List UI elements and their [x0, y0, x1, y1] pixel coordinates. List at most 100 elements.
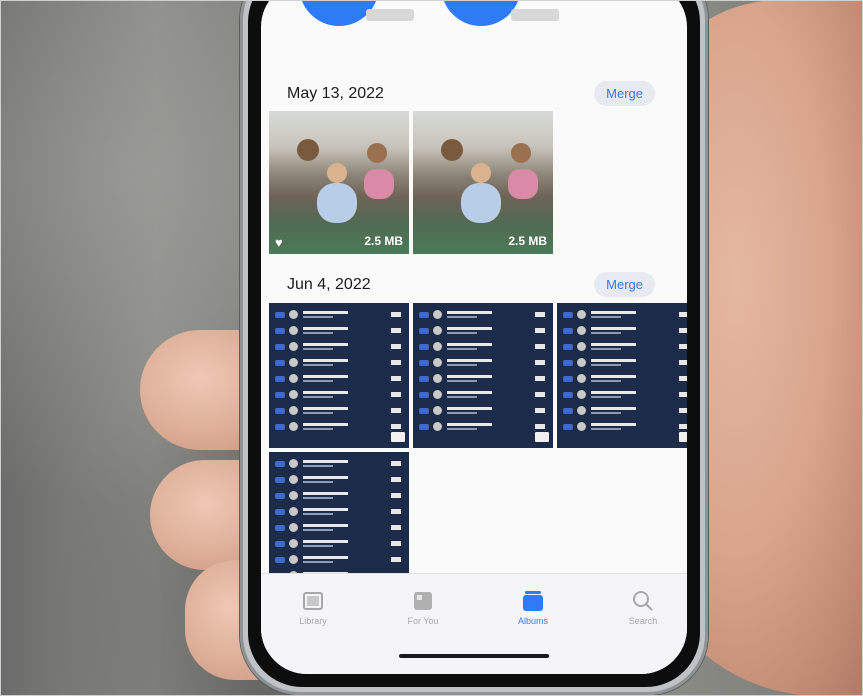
- screenshot-list-row: [417, 389, 549, 401]
- screenshot-row-line: [447, 423, 492, 426]
- screenshot-row-badge: [563, 392, 573, 398]
- duplicate-photo[interactable]: ♥ 2.5 MB: [269, 111, 409, 254]
- screenshot-row-line: [303, 460, 348, 463]
- screenshot-row-line2: [591, 316, 621, 318]
- screenshot-row-line: [303, 423, 348, 426]
- screenshot-row-line2: [303, 513, 333, 515]
- screenshot-row-num: [679, 344, 687, 349]
- screenshot-row-av: [433, 358, 442, 367]
- screenshot-row-line: [303, 359, 348, 362]
- screenshot-list-row: [273, 458, 405, 470]
- phone-frame: May 13, 2022 Merge ♥ 2.5 MB 2.5 MB Jun 4…: [240, 0, 708, 695]
- screenshot-corner-marker: [679, 432, 687, 442]
- screenshot-list-row: [561, 373, 687, 385]
- screenshot-row-line: [303, 492, 348, 495]
- photo-subject: [508, 169, 538, 199]
- screenshot-row-av: [433, 310, 442, 319]
- duplicate-screenshot[interactable]: [557, 303, 687, 448]
- screenshot-row-line2: [447, 332, 477, 334]
- screenshot-row-badge: [275, 408, 285, 414]
- merge-button[interactable]: Merge: [594, 272, 655, 297]
- screenshot-list-row: [561, 325, 687, 337]
- screenshot-row-line: [303, 391, 348, 394]
- screenshot-row-line2: [447, 316, 477, 318]
- thumbnail-blue-circle: [441, 0, 521, 26]
- screenshot-row-line: [447, 375, 492, 378]
- tab-albums[interactable]: Albums: [493, 590, 573, 626]
- screenshot-row-av: [289, 459, 298, 468]
- screenshot-list-row: [561, 341, 687, 353]
- screenshot-row-line2: [303, 396, 333, 398]
- photo-subject: [471, 163, 491, 183]
- photo-subject: [364, 169, 394, 199]
- screenshot-row-line: [591, 311, 636, 314]
- screenshot-row-line2: [447, 428, 477, 430]
- screenshot-row-line2: [591, 332, 621, 334]
- screenshot-row-av: [433, 342, 442, 351]
- photo-subject: [441, 139, 463, 161]
- screenshot-row-num: [391, 509, 401, 514]
- screenshot-row-av: [577, 390, 586, 399]
- screenshot-row-badge: [563, 424, 573, 430]
- screenshot-row-line: [303, 524, 348, 527]
- duplicate-screenshot[interactable]: [269, 303, 409, 448]
- screenshot-row-badge: [419, 344, 429, 350]
- screenshot-list-row: [273, 522, 405, 534]
- screenshot-row-num: [535, 312, 545, 317]
- screenshot-row-num: [391, 557, 401, 562]
- screenshot-row-line: [303, 375, 348, 378]
- screenshot-row-line2: [591, 396, 621, 398]
- tab-for-you[interactable]: For You: [383, 590, 463, 626]
- screenshot-row-num: [391, 525, 401, 530]
- screenshot-list-row: [417, 373, 549, 385]
- screenshot-corner-marker: [535, 432, 549, 442]
- tab-search[interactable]: Search: [603, 590, 683, 626]
- screenshot-row-line2: [303, 428, 333, 430]
- screenshot-list-row: [561, 389, 687, 401]
- screenshot-row-line: [591, 327, 636, 330]
- screenshot-row-line: [591, 407, 636, 410]
- screenshot-row-line2: [303, 497, 333, 499]
- for-you-icon: [414, 592, 432, 610]
- screenshot-row-badge: [419, 408, 429, 414]
- screenshot-row-badge: [563, 360, 573, 366]
- merge-button[interactable]: Merge: [594, 81, 655, 106]
- screenshot-row-line: [591, 359, 636, 362]
- screenshot-list-row: [273, 341, 405, 353]
- screenshot-row-badge: [419, 312, 429, 318]
- thumbnail-size-pill: [366, 9, 414, 21]
- screenshot-row-num: [679, 392, 687, 397]
- screenshot-row-av: [577, 422, 586, 431]
- screenshot-list-row: [273, 325, 405, 337]
- photo-subject: [297, 139, 319, 161]
- screenshot-row-line2: [303, 545, 333, 547]
- screenshot-row-line: [303, 556, 348, 559]
- duplicates-screen: May 13, 2022 Merge ♥ 2.5 MB 2.5 MB Jun 4…: [261, 0, 687, 674]
- screenshot-row-line2: [303, 561, 333, 563]
- tab-library[interactable]: Library: [273, 590, 353, 626]
- screenshot-row-line2: [591, 364, 621, 366]
- screenshot-row-badge: [419, 328, 429, 334]
- screenshot-row-line2: [303, 332, 333, 334]
- screenshot-row-line: [303, 476, 348, 479]
- screenshot-list-row: [273, 538, 405, 550]
- duplicate-screenshot[interactable]: [413, 303, 553, 448]
- screenshot-list-row: [561, 309, 687, 321]
- library-icon: [303, 592, 323, 610]
- search-icon: [633, 591, 653, 611]
- photo-size-label: 2.5 MB: [364, 234, 403, 248]
- screenshot-row-av: [289, 406, 298, 415]
- screenshot-row-num: [391, 360, 401, 365]
- albums-icon: [523, 591, 543, 611]
- photo-size-label: 2.5 MB: [508, 234, 547, 248]
- screenshot-row-av: [433, 326, 442, 335]
- duplicate-photo[interactable]: 2.5 MB: [413, 111, 553, 254]
- screenshot-row-line: [303, 407, 348, 410]
- screenshot-row-badge: [563, 344, 573, 350]
- screenshot-list-row: [273, 474, 405, 486]
- screenshot-row-line2: [303, 465, 333, 467]
- screenshot-row-badge: [419, 392, 429, 398]
- screenshot-row-line: [591, 375, 636, 378]
- screenshot-row-line2: [303, 529, 333, 531]
- section-date: May 13, 2022: [287, 85, 384, 102]
